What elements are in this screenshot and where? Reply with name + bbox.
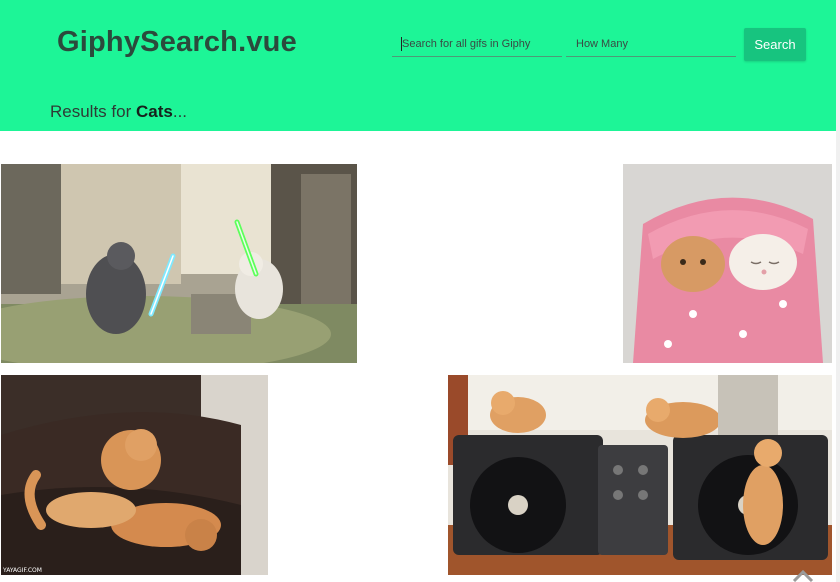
- scrollbar[interactable]: [836, 0, 840, 582]
- results-prefix: Results for: [50, 102, 136, 121]
- results-query: Cats: [135, 102, 173, 121]
- search-input[interactable]: [392, 31, 562, 57]
- gif-watermark: YAYAGIF.COM: [3, 567, 42, 574]
- gif-cats-in-pink-blanket[interactable]: [623, 164, 832, 363]
- gif-kittens-wrestling-on-couch[interactable]: YAYAGIF.COM: [1, 375, 268, 575]
- gif-image: [448, 375, 832, 575]
- gif-image: [1, 164, 357, 363]
- brand-title: GiphySearch.vue: [57, 26, 297, 58]
- search-button[interactable]: Search: [744, 28, 806, 61]
- gif-cats-lightsaber-duel[interactable]: [1, 164, 357, 363]
- chevron-up-icon[interactable]: [792, 568, 814, 582]
- text-caret: [401, 37, 402, 51]
- gif-kittens-on-turntables[interactable]: [448, 375, 832, 575]
- results-suffix: ...: [172, 102, 188, 121]
- gif-image: [623, 164, 832, 363]
- results-heading: Results for Cats...: [50, 102, 187, 122]
- how-many-input[interactable]: [566, 31, 736, 57]
- app-header: GiphySearch.vue Search Results for Cats.…: [0, 0, 836, 131]
- gif-image: [1, 375, 268, 575]
